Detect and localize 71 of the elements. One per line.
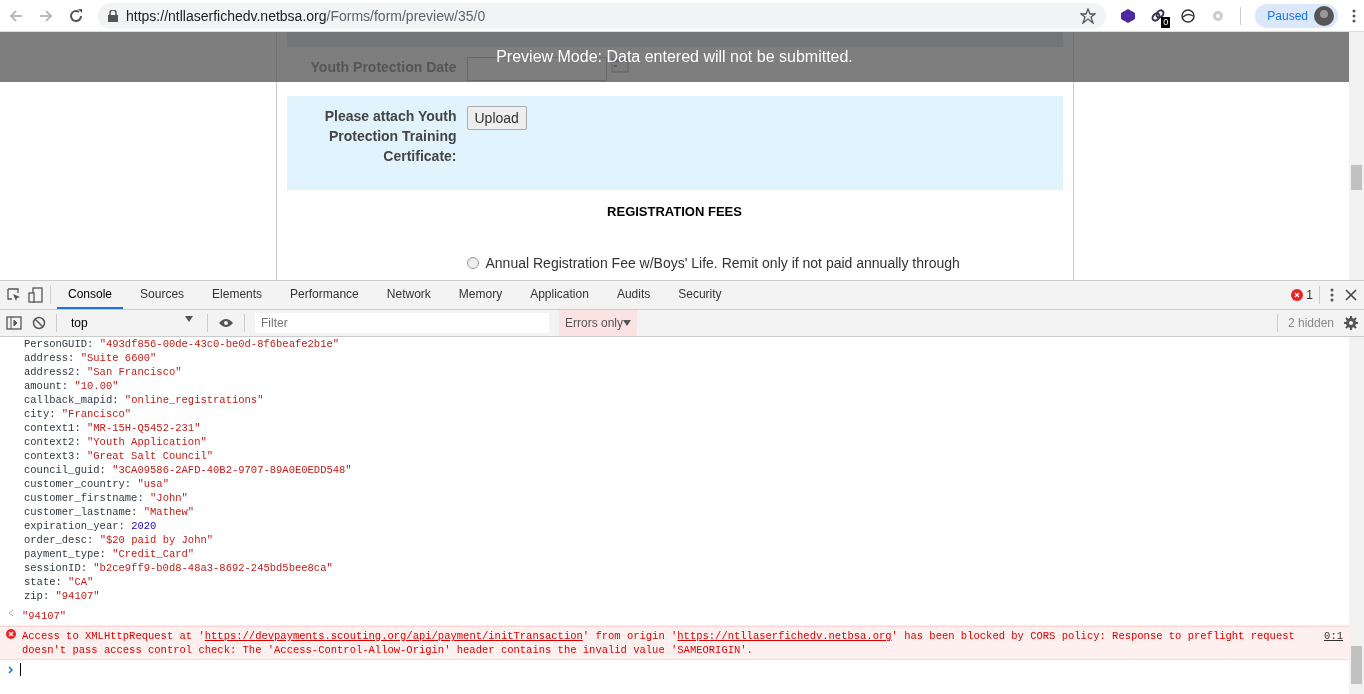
console-property: context1: "MR-15H-Q5452-231" (23, 421, 202, 435)
console-property: state: "CA" (23, 575, 95, 589)
console-property: context2: "Youth Application" (23, 435, 208, 449)
close-icon[interactable] (1344, 288, 1358, 302)
scrollbar[interactable] (1349, 337, 1364, 694)
sidebar-icon[interactable] (6, 315, 22, 331)
console-property: zip: "94107" (23, 589, 101, 603)
url-text: https://ntllaserfichedv.netbsa.org (126, 7, 327, 24)
dropdown-caret-icon (623, 320, 631, 326)
devtools-tab[interactable]: Network (375, 281, 442, 309)
dropdown-caret-icon (185, 316, 193, 322)
log-level-dropdown[interactable]: Errors only (559, 310, 637, 336)
console-property: payment_type: "Credit_Card" (23, 547, 196, 561)
hidden-count: 2 hidden (1287, 316, 1334, 330)
radio-button[interactable] (466, 257, 479, 269)
source-link[interactable]: 0:1 (1324, 629, 1343, 657)
scrollbar[interactable] (1349, 32, 1364, 280)
device-icon[interactable] (28, 287, 44, 303)
url-link[interactable]: https://devpayments.scouting.org/api/payment/initTransaction (204, 630, 583, 642)
link-icon[interactable] (1150, 7, 1167, 24)
profile-button[interactable]: Paused (1255, 3, 1338, 28)
eye-icon[interactable] (218, 317, 234, 329)
section-heading: REGISTRATION FEES (606, 204, 743, 219)
console-property: customer_country: "usa" (23, 477, 170, 491)
menu-icon[interactable] (1352, 7, 1356, 24)
error-message: Access to XMLHttpRequest at 'https://devpayments.scouting.org/api/payment/initTransaction' from origin 'https://ntllaserfichedv.netbsa.org' has been blocked by CORS policy: Response to preflight request doesn't pass access control check: The 'Access-Control-Allow-Origin' header contains the invalid value 'SAMEORIGIN'. (22, 629, 1296, 657)
avatar-icon (1314, 5, 1334, 26)
console-property: customer_firstname: "John" (23, 491, 189, 505)
console-property: sessionID: "b2ce9ff9-b0d8-48a3-8692-245bd5bee8ca" (23, 561, 334, 575)
console-result: "94107" (22, 609, 67, 623)
extension-badge: 0 (1161, 16, 1171, 28)
url-text: /Forms/form/preview/35/0 (326, 7, 486, 24)
devtools-tab[interactable]: Sources (129, 281, 196, 309)
error-count: 1 (1306, 288, 1313, 302)
devtools-tab[interactable]: Application (519, 281, 600, 309)
devtools-tab[interactable]: Elements (201, 281, 274, 309)
console-property: address: "Suite 6600" (23, 351, 158, 365)
console-property: order_desc: "$20 paid by John" (23, 533, 215, 547)
console-property: expiration_year: 2020 (23, 519, 158, 533)
upload-button[interactable]: Upload (466, 106, 527, 130)
devtools-tab[interactable]: Performance (279, 281, 370, 309)
error-icon (6, 629, 16, 639)
error-icon (1291, 289, 1304, 301)
console-property: council_guid: "3CA09586-2AFD-40B2-9707-89A0E0EDD548" (23, 463, 353, 477)
console-property: PersonGUID: "493df856-00de-43c0-be0d-8f6beafe2b1e" (23, 337, 341, 351)
console-property: amount: "10.00" (23, 379, 120, 393)
context-dropdown[interactable]: top (67, 316, 197, 330)
clear-icon[interactable] (32, 316, 46, 330)
inspect-icon[interactable] (6, 287, 22, 303)
field-label: Please attach Youth Protection Training Certificate: (323, 107, 457, 166)
lock-icon (108, 9, 118, 22)
console-property: callback_mapid: "online_registrations" (23, 393, 265, 407)
star-icon[interactable] (1080, 7, 1097, 24)
console-property: address2: "San Francisco" (23, 365, 183, 379)
console-property: context3: "Great Salt Council" (23, 449, 215, 463)
devtools-tab[interactable]: Memory (447, 281, 514, 309)
url-link[interactable]: https://ntllaserfichedv.netbsa.org (677, 630, 892, 642)
reload-icon[interactable] (68, 7, 84, 24)
banner-text: Preview Mode: Data entered will not be submitted. (496, 49, 853, 64)
settings-icon[interactable] (1344, 316, 1358, 330)
console-property: city: "Francisco" (23, 407, 133, 421)
error-counter[interactable]: 1 (1291, 288, 1313, 302)
swirl-icon[interactable] (1180, 7, 1197, 24)
devtools-tab[interactable]: Security (667, 281, 733, 309)
option-label: Annual Registration Fee w/Boys' Life. Remit only if not paid annually through (485, 255, 960, 271)
prompt-icon (8, 665, 14, 674)
cube-icon[interactable] (1120, 7, 1137, 24)
console-property: customer_lastname: "Mathew" (23, 505, 196, 519)
filter-field[interactable]: Filter (255, 313, 549, 333)
devtools-tab[interactable]: Audits (605, 281, 662, 309)
address-bar[interactable]: https://ntllaserfichedv.netbsa.org/Forms/form/preview/35/0 (98, 2, 1107, 29)
